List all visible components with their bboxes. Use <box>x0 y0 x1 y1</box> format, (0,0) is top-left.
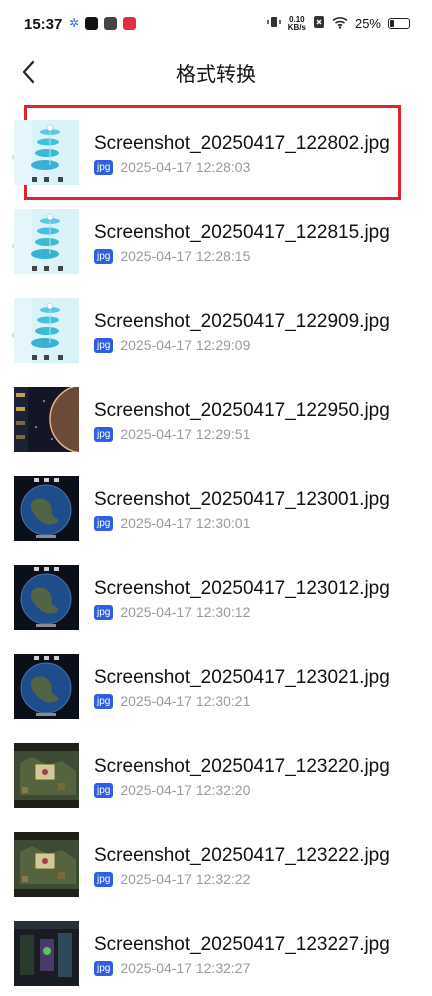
file-name: Screenshot_20250417_122815.jpg <box>94 222 390 243</box>
file-name: Screenshot_20250417_123227.jpg <box>94 934 390 955</box>
status-bar: 15:37 ✲ 0.10 KB/s 25% <box>0 0 432 52</box>
file-thumbnail <box>14 298 79 363</box>
battery-percent: 25% <box>354 16 381 31</box>
file-row[interactable]: Screenshot_20250417_123021.jpg jpg 2025-0… <box>0 640 432 729</box>
file-thumbnail <box>14 476 79 541</box>
file-thumbnail <box>14 120 79 185</box>
file-row[interactable]: Screenshot_20250417_123220.jpg jpg 2025-0… <box>0 729 432 818</box>
notification-icons: ✲ <box>69 16 137 30</box>
file-row[interactable]: Screenshot_20250417_123222.jpg jpg 2025-0… <box>0 818 432 907</box>
file-thumbnail <box>14 743 79 808</box>
sim-off-icon <box>313 15 325 32</box>
file-date: 2025-04-17 12:32:22 <box>120 871 251 887</box>
file-date: 2025-04-17 12:30:12 <box>120 604 251 620</box>
file-row[interactable]: Screenshot_20250417_122802.jpg jpg 2025-0… <box>0 105 432 200</box>
tiktok-icon <box>85 16 99 30</box>
file-name: Screenshot_20250417_123021.jpg <box>94 667 390 688</box>
file-thumbnail <box>14 387 79 452</box>
file-row[interactable]: Screenshot_20250417_123227.jpg jpg 2025-0… <box>0 907 432 996</box>
file-name: Screenshot_20250417_122909.jpg <box>94 311 390 332</box>
file-type-badge: jpg <box>94 159 114 175</box>
file-type-badge: jpg <box>94 248 114 264</box>
file-row[interactable]: Screenshot_20250417_122909.jpg jpg 2025-0… <box>0 284 432 373</box>
file-type-badge: jpg <box>94 693 114 709</box>
file-date: 2025-04-17 12:28:15 <box>120 248 251 264</box>
file-name: Screenshot_20250417_123001.jpg <box>94 489 390 510</box>
file-name: Screenshot_20250417_122802.jpg <box>94 133 390 154</box>
file-row[interactable]: Screenshot_20250417_123001.jpg jpg 2025-0… <box>0 462 432 551</box>
file-type-badge: jpg <box>94 426 114 442</box>
file-date: 2025-04-17 12:28:03 <box>120 159 251 175</box>
file-name: Screenshot_20250417_123220.jpg <box>94 756 390 777</box>
file-thumbnail <box>14 921 79 986</box>
file-row[interactable]: Screenshot_20250417_122815.jpg jpg 2025-0… <box>0 195 432 284</box>
file-date: 2025-04-17 12:30:21 <box>120 693 251 709</box>
message-icon <box>104 16 118 30</box>
file-thumbnail <box>14 209 79 274</box>
file-date: 2025-04-17 12:29:51 <box>120 426 251 442</box>
wifi-icon <box>332 16 348 32</box>
battery-icon <box>388 18 410 29</box>
file-row[interactable]: Screenshot_20250417_123012.jpg jpg 2025-0… <box>0 551 432 640</box>
file-type-badge: jpg <box>94 515 114 531</box>
file-date: 2025-04-17 12:32:20 <box>120 782 251 798</box>
file-type-badge: jpg <box>94 960 114 976</box>
file-date: 2025-04-17 12:29:09 <box>120 337 251 353</box>
file-type-badge: jpg <box>94 782 114 798</box>
file-type-badge: jpg <box>94 337 114 353</box>
net-speed: 0.10 KB/s <box>287 14 306 32</box>
file-type-badge: jpg <box>94 604 114 620</box>
file-type-badge: jpg <box>94 871 114 887</box>
file-thumbnail <box>14 832 79 897</box>
file-date: 2025-04-17 12:32:27 <box>120 960 251 976</box>
file-name: Screenshot_20250417_123012.jpg <box>94 578 390 599</box>
vibrate-icon <box>266 15 281 32</box>
file-date: 2025-04-17 12:30:01 <box>120 515 251 531</box>
file-row[interactable]: Screenshot_20250417_122950.jpg jpg 2025-0… <box>0 373 432 462</box>
header: 格式转换 <box>0 52 432 94</box>
file-thumbnail <box>14 654 79 719</box>
file-name: Screenshot_20250417_123222.jpg <box>94 845 390 866</box>
page-title: 格式转换 <box>176 62 256 86</box>
file-name: Screenshot_20250417_122950.jpg <box>94 400 390 421</box>
red-app-icon <box>123 16 137 30</box>
file-list: Screenshot_20250417_122802.jpg jpg 2025-0… <box>0 105 432 996</box>
file-thumbnail <box>14 565 79 630</box>
status-right: 0.10 KB/s 25% <box>266 14 410 32</box>
app-notification-icon: ✲ <box>69 16 80 30</box>
status-time: 15:37 <box>24 16 63 33</box>
